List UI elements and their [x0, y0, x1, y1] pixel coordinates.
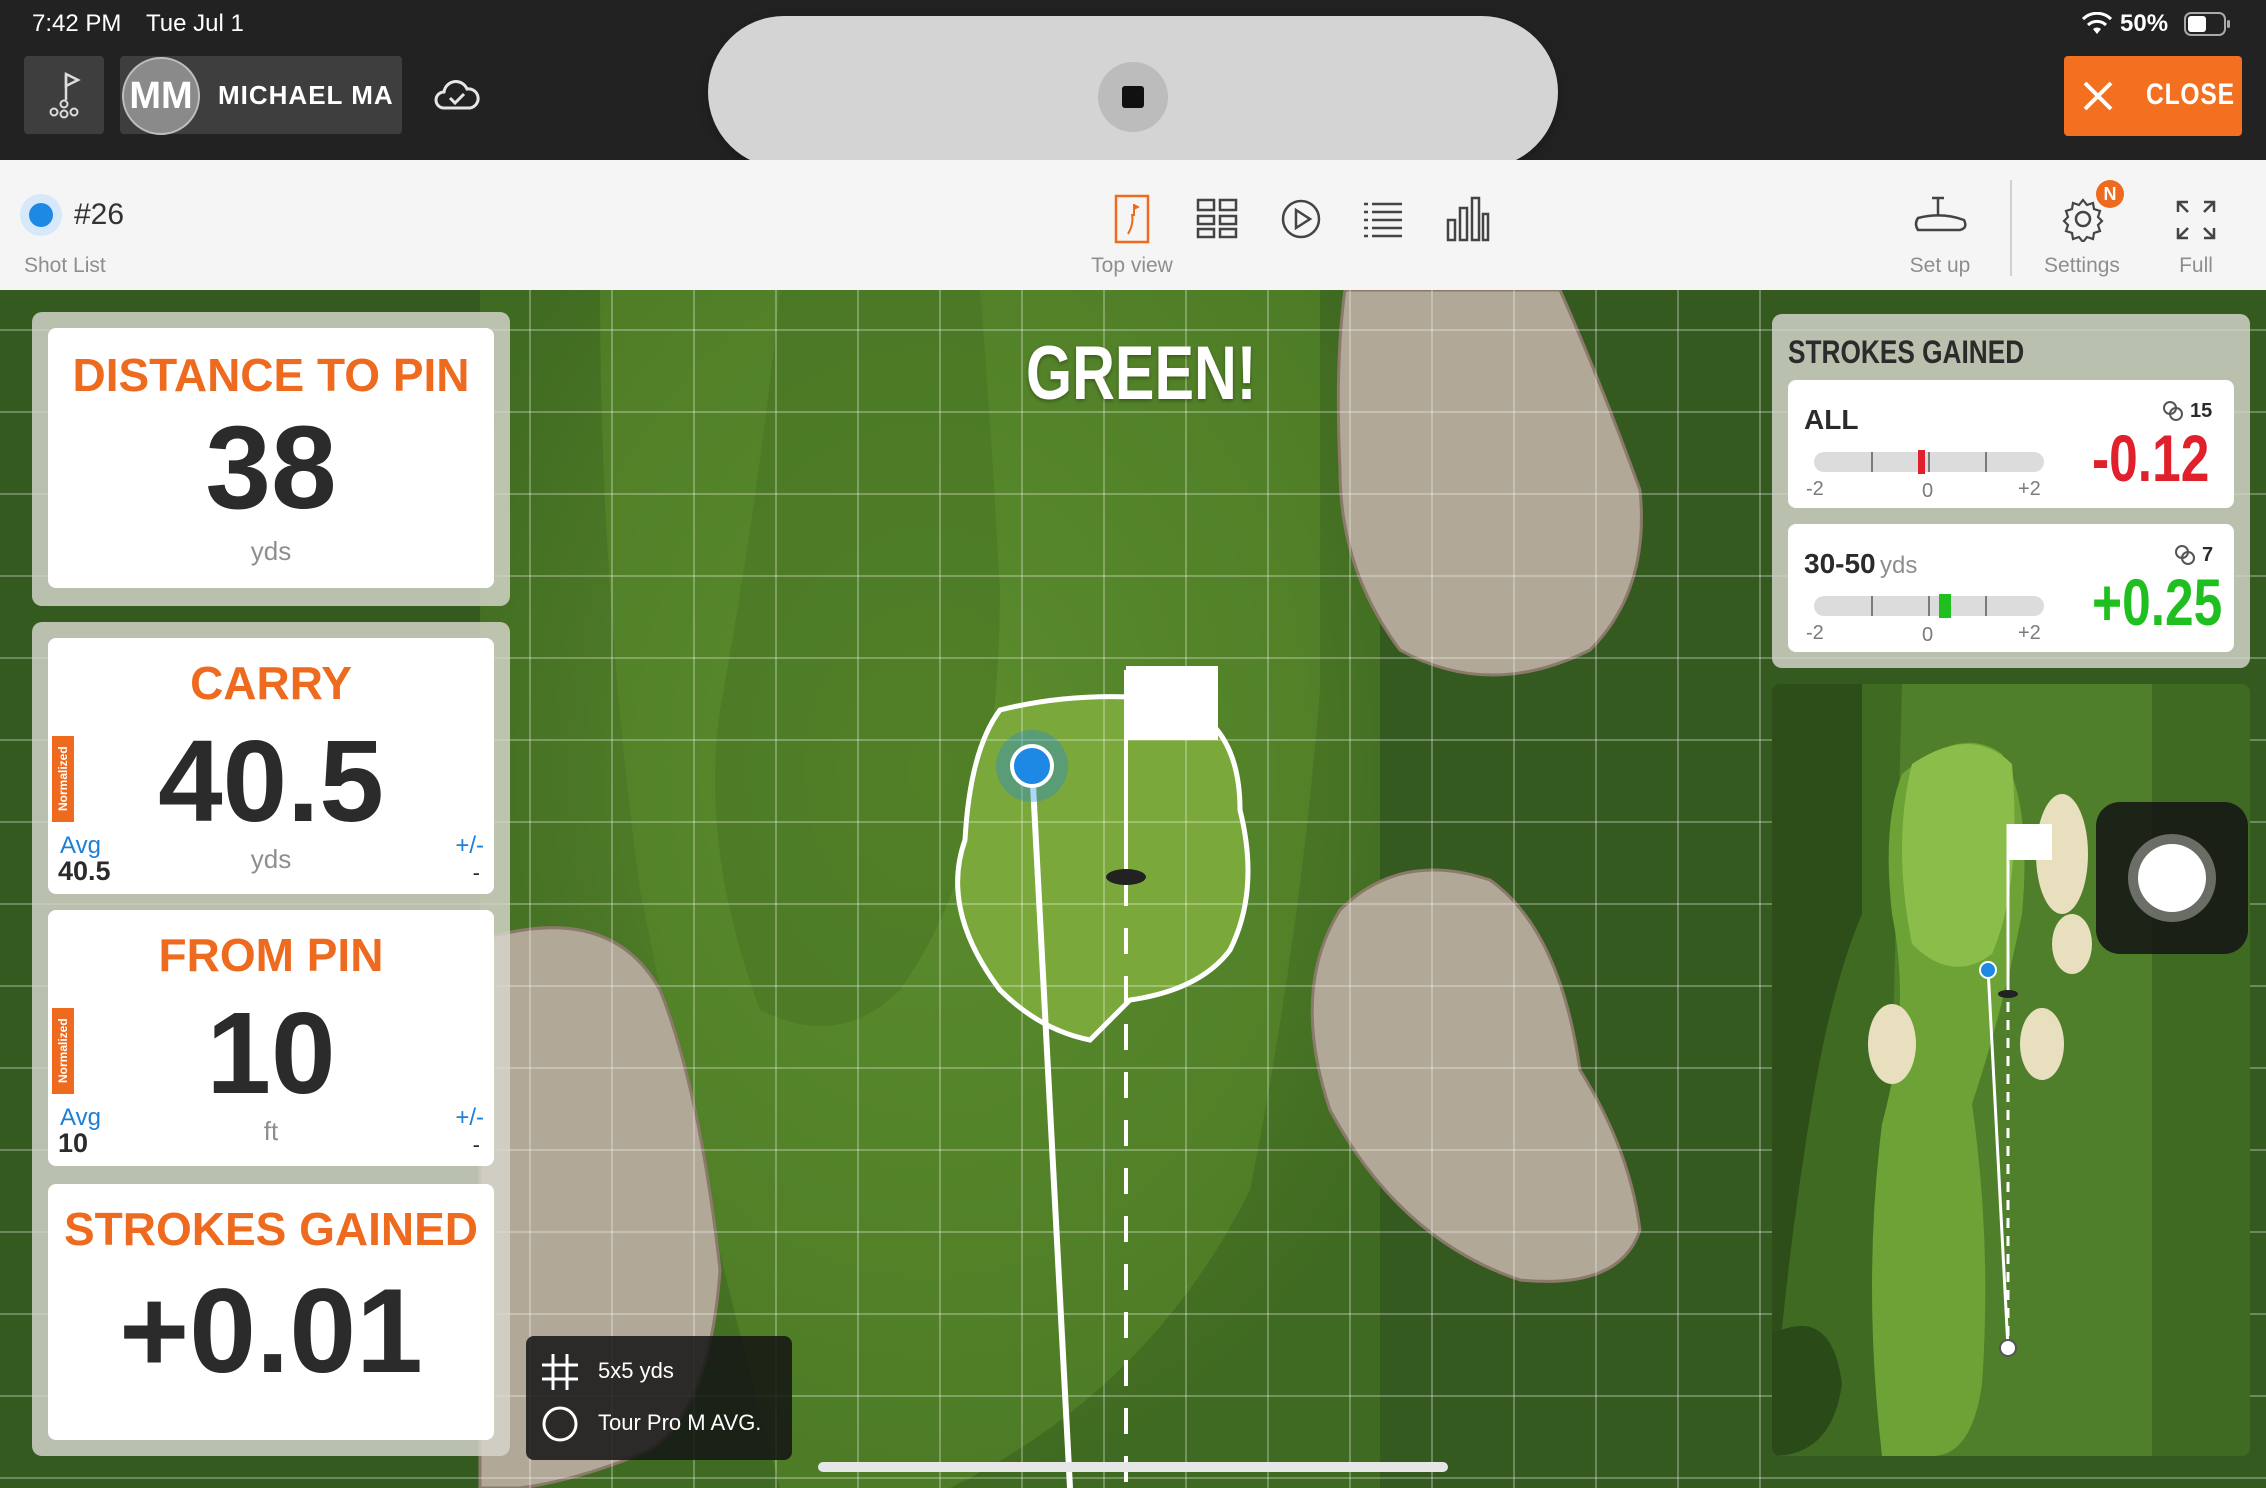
stop-icon	[1122, 86, 1144, 108]
sg-tick	[1928, 596, 1930, 616]
carry-pm-label: +/-	[455, 832, 484, 859]
shot-count-icon	[2163, 401, 2183, 421]
sg-tick	[1871, 596, 1873, 616]
grid-hash-icon	[542, 1354, 578, 1390]
assistive-touch-icon	[2138, 844, 2206, 912]
top-view-icon[interactable]	[1112, 194, 1152, 244]
ring-label: Tour Pro M AVG.	[598, 1410, 762, 1435]
shot-dot-icon	[29, 203, 53, 227]
bar-chart-icon[interactable]	[1446, 196, 1490, 242]
distance-to-pin-unit: yds	[250, 536, 292, 566]
sg-row-bar	[1814, 594, 2044, 618]
play-icon[interactable]	[1280, 198, 1322, 240]
normalized-tag: Normalized	[52, 736, 74, 822]
battery-percent: 50%	[2120, 10, 2169, 37]
carry-pm-value: -	[472, 860, 480, 885]
sg-scale-max: +2	[2018, 622, 2041, 644]
hole-overview-image	[1772, 684, 2250, 1456]
course-button[interactable]	[24, 56, 104, 134]
close-x-icon	[2083, 81, 2113, 111]
strokes-gained-card: STROKES GAINED +0.01	[48, 1184, 494, 1440]
sg-row-label: ALL	[1804, 404, 1859, 435]
settings-badge: N	[2096, 180, 2124, 208]
setup-tee-icon[interactable]	[1912, 194, 1970, 236]
sg-tick	[1928, 452, 1930, 472]
map-legend: 5x5 yds Tour Pro M AVG.	[526, 1336, 792, 1460]
course-flag-icon	[49, 71, 81, 119]
grid-size-label: 5x5 yds	[598, 1358, 674, 1383]
sg-scale-min: -2	[1806, 622, 1824, 644]
close-button[interactable]: CLOSE	[2064, 56, 2242, 136]
cloud-check-icon[interactable]	[434, 78, 480, 112]
fullscreen-icon[interactable]	[2174, 198, 2218, 242]
sg-row-value: +0.25	[2092, 565, 2223, 639]
from-pin-card: FROM PIN 10 ft Normalized Avg 10 +/- -	[48, 910, 494, 1166]
strokes-gained-title: STROKES GAINED	[63, 1203, 479, 1255]
sg-row-label: 30-50	[1804, 548, 1876, 579]
close-label: CLOSE	[2146, 78, 2235, 111]
sg-row-bar	[1814, 450, 2044, 474]
sg-scale-mid: 0	[1922, 480, 1934, 502]
shot-number[interactable]: #26	[74, 198, 124, 232]
sg-row-marker	[1918, 450, 1926, 474]
sg-row-all: ALL 15 -2 0 +2 -0.12	[1788, 380, 2234, 508]
distance-to-pin-card: DISTANCE TO PIN 38 yds	[48, 328, 494, 588]
sg-scale-min: -2	[1806, 478, 1824, 500]
from-pin-value: 10	[206, 988, 336, 1118]
distance-to-pin-title: DISTANCE TO PIN	[72, 349, 470, 401]
list-icon[interactable]	[1362, 200, 1404, 240]
sg-tick	[1985, 596, 1987, 616]
from-pin-avg-value: 10	[58, 1128, 89, 1158]
sg-row-value: -0.12	[2092, 421, 2210, 495]
top-view-label: Top view	[1091, 254, 1173, 277]
sg-scale-mid: 0	[1922, 624, 1934, 646]
distance-to-pin-value: 38	[205, 402, 337, 534]
carry-value: 40.5	[158, 716, 384, 846]
wifi-icon	[2082, 12, 2112, 34]
assistive-touch-button[interactable]	[2096, 802, 2248, 954]
from-pin-unit: ft	[263, 1116, 279, 1146]
strokes-gained-panel-title: STROKES GAINED	[1788, 334, 2025, 370]
sg-tick	[1985, 452, 1987, 472]
shot-count-icon	[2175, 545, 2195, 565]
sg-row-30-50: 30-50 yds 7 -2 0 +2 +0.25	[1788, 524, 2234, 652]
ring-icon	[542, 1406, 578, 1442]
strokes-gained-value: +0.01	[119, 1264, 423, 1398]
from-pin-title: FROM PIN	[158, 929, 384, 981]
user-name: MICHAEL MA	[218, 80, 394, 110]
avatar: MM	[122, 57, 200, 135]
carry-card: CARRY 40.5 yds Normalized Avg 40.5 +/- -	[48, 638, 494, 894]
from-pin-pm-value: -	[472, 1132, 480, 1157]
carry-unit: yds	[250, 844, 292, 874]
status-date: Tue Jul 1	[146, 10, 244, 37]
carry-avg-value: 40.5	[58, 856, 111, 886]
shot-list-button[interactable]: Shot List	[24, 254, 106, 278]
grid-view-icon[interactable]	[1196, 198, 1240, 240]
sg-row-sub: yds	[1880, 552, 1918, 579]
toolbar-divider	[2010, 180, 2012, 276]
hole-overview-map[interactable]	[1772, 684, 2250, 1456]
setup-button[interactable]: Set up	[1890, 254, 1990, 278]
battery-icon	[2184, 12, 2230, 36]
from-pin-pm-label: +/-	[455, 1104, 484, 1131]
status-time: 7:42 PM	[32, 10, 122, 37]
normalized-tag: Normalized	[52, 1008, 74, 1094]
full-button[interactable]: Full	[2146, 254, 2246, 278]
sg-scale-max: +2	[2018, 478, 2041, 500]
settings-button[interactable]: Settings	[2032, 254, 2132, 278]
home-indicator[interactable]	[818, 1462, 1448, 1472]
carry-title: CARRY	[190, 657, 352, 709]
sg-tick	[1871, 452, 1873, 472]
sg-row-marker	[1939, 594, 1952, 618]
result-text: GREEN!	[1026, 331, 1257, 416]
